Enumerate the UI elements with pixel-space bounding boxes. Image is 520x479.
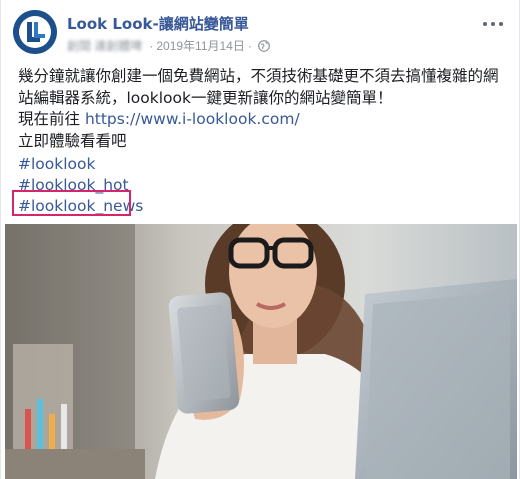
- blurred-author: 創間 達創體啤: [67, 39, 143, 53]
- post-message: 幾分鐘就讓你創建一個免費網站，不須技術基礎更不須去搞懂複雜的網 站編輯器系統，l…: [18, 66, 499, 152]
- post-photo[interactable]: [5, 224, 517, 479]
- globe-icon[interactable]: [257, 40, 270, 55]
- post-date-link[interactable]: 2019年11月14日: [156, 39, 245, 53]
- hashtag-looklook[interactable]: #looklook: [18, 154, 143, 175]
- meta-separator-2: ·: [247, 39, 252, 53]
- hashtag-list: #looklook #looklook_hot #looklook_news: [18, 154, 143, 217]
- more-options-icon[interactable]: [481, 16, 505, 32]
- message-line-2: 站編輯器系統，looklook一鍵更新讓你的網站變簡單！: [18, 88, 393, 107]
- look-look-logo-icon: [13, 10, 57, 54]
- hashtag-looklook-news[interactable]: #looklook_news: [18, 196, 143, 217]
- woman-with-phone-image: [5, 224, 517, 479]
- hashtag-looklook-hot[interactable]: #looklook_hot: [18, 175, 143, 196]
- post-header: Look Look-讓網站變簡單 創間 達創體啤 · 2019年11月14日 ·: [13, 10, 509, 58]
- page-name-link[interactable]: Look Look-讓網站變簡單: [67, 13, 249, 34]
- message-line-3: 現在前往 https://www.i-looklook.com/: [18, 109, 498, 131]
- website-link[interactable]: https://www.i-looklook.com/: [85, 110, 300, 128]
- message-cta: 立即體驗看看吧: [18, 131, 127, 150]
- page-avatar[interactable]: [13, 10, 57, 54]
- link-prefix: 現在前往: [18, 110, 85, 128]
- post-meta: 創間 達創體啤 · 2019年11月14日 ·: [67, 37, 270, 55]
- message-line-1: 幾分鐘就讓你創建一個免費網站，不須技術基礎更不須去搞懂複雜的網: [18, 67, 499, 85]
- facebook-post: Look Look-讓網站變簡單 創間 達創體啤 · 2019年11月14日 · 幾分…: [0, 0, 520, 479]
- meta-separator: ·: [149, 39, 154, 53]
